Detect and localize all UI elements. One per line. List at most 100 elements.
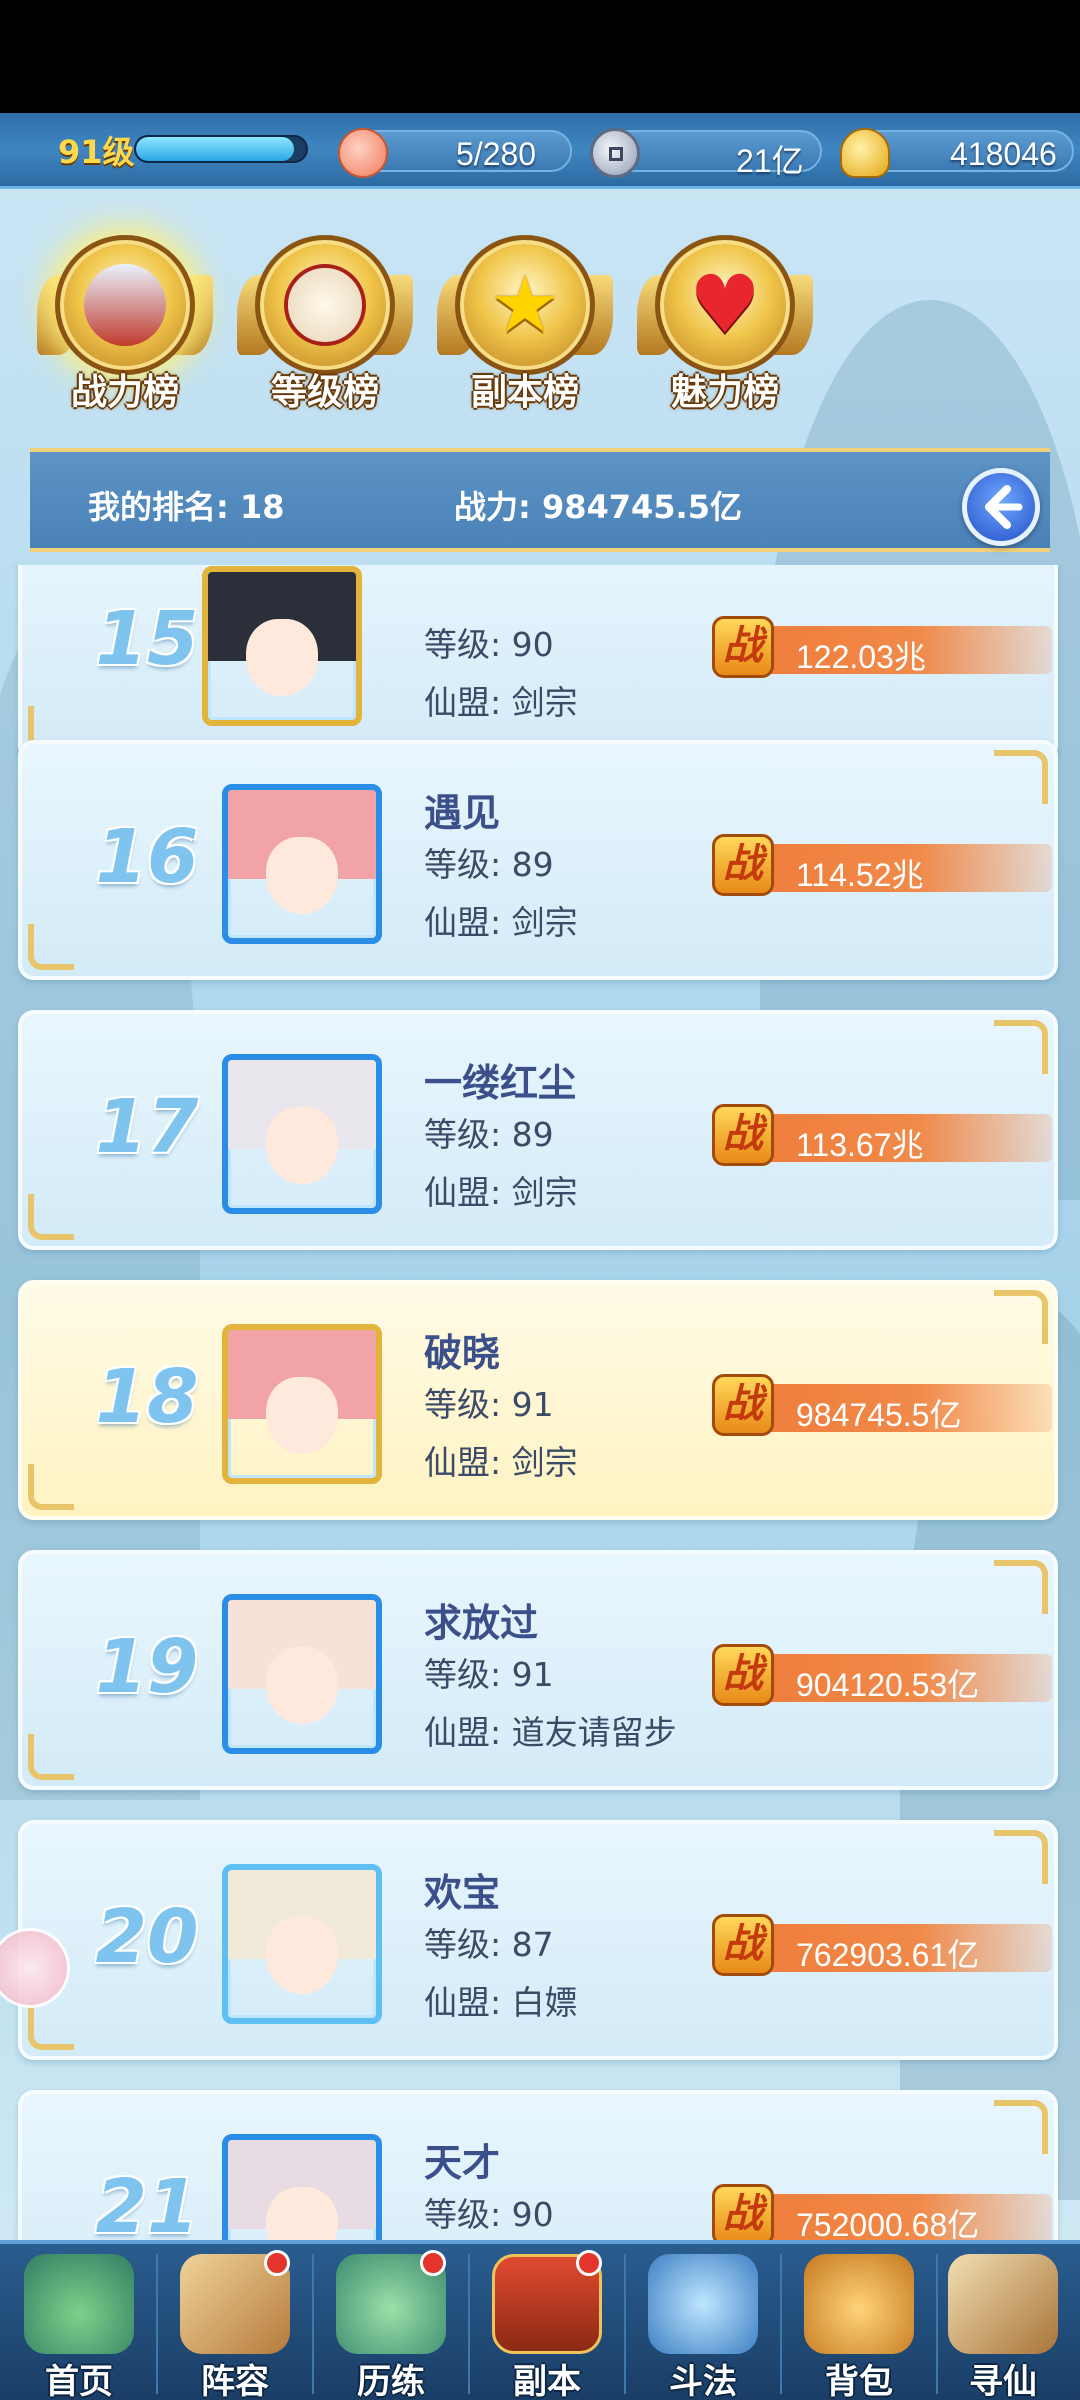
ranking-row[interactable]: 16 遇见 等级: 89 仙盟: 剑宗 战 114.52兆 <box>18 740 1058 980</box>
player-level: 等级: 89 <box>424 845 554 884</box>
corner-decoration <box>28 1464 74 1510</box>
avatar[interactable] <box>222 1594 382 1754</box>
corner-decoration <box>28 1194 74 1240</box>
power-value: 122.03兆 <box>796 639 926 675</box>
player-level: 等级: 89 <box>424 1115 554 1154</box>
ranking-list[interactable]: 15 等级: 90 仙盟: 剑宗 战 122.03兆 16 遇见 等级: 89 … <box>0 565 1080 2240</box>
status-bar <box>0 0 1080 113</box>
nav-label: 副本 <box>513 2362 581 2400</box>
player-level: 等级: 90 <box>424 625 554 664</box>
battle-icon: 战 <box>712 1104 774 1166</box>
peach-icon <box>338 128 388 178</box>
player-guild: 仙盟: 剑宗 <box>424 1173 578 1212</box>
power-value: 113.67兆 <box>796 1127 924 1163</box>
crossed-swords-icon <box>648 2254 758 2354</box>
gold-pill[interactable]: 418046 <box>840 128 1074 178</box>
tab-power-ranking[interactable]: 战力榜 <box>35 235 215 430</box>
resource-bar: 91级 5/280 21亿 418046 <box>0 113 1080 189</box>
avatar[interactable] <box>222 1864 382 2024</box>
bottom-nav: 首页 阵容 历练 副本 斗法 背包 寻仙 <box>0 2240 1080 2400</box>
avatar[interactable] <box>222 2134 382 2240</box>
tab-level-ranking[interactable]: 等级榜 <box>235 235 415 430</box>
power-value: 114.52兆 <box>796 857 924 893</box>
avatar[interactable] <box>222 1324 382 1484</box>
power-badge: 战 113.67兆 <box>712 1104 1052 1166</box>
power-value: 752000.68亿 <box>796 2207 980 2240</box>
corner-decoration <box>994 1560 1048 1614</box>
ranking-row[interactable]: 20 欢宝 等级: 87 仙盟: 白嫖 战 762903.61亿 <box>18 1820 1058 2060</box>
avatar[interactable] <box>222 784 382 944</box>
scroll-icon <box>948 2254 1058 2354</box>
player-guild: 仙盟: 白嫖 <box>424 1983 578 2022</box>
currency-pill[interactable]: 21亿 <box>590 128 822 179</box>
nav-lineup[interactable]: 阵容 <box>158 2244 312 2400</box>
battle-icon: 战 <box>712 1914 774 1976</box>
nav-seek-immortal[interactable]: 寻仙 <box>926 2244 1080 2400</box>
my-rank-bar: 我的排名: 18 战力: 984745.5亿 <box>30 448 1050 552</box>
ranking-row[interactable]: 21 天才 等级: 90 战 752000.68亿 <box>18 2090 1058 2240</box>
tab-dungeon-ranking[interactable]: ★ 副本榜 <box>435 235 615 430</box>
nav-battle[interactable]: 斗法 <box>626 2244 780 2400</box>
star-emblem-icon: ★ <box>455 235 595 375</box>
avatar-face <box>266 2187 338 2240</box>
player-name: 欢宝 <box>424 1871 501 1915</box>
battle-icon: 战 <box>712 1644 774 1706</box>
drum-emblem-icon <box>255 235 395 375</box>
rank-number: 21 <box>95 2164 199 2240</box>
rank-number: 18 <box>95 1354 199 1440</box>
rank-number: 19 <box>95 1624 199 1710</box>
gold-value: 418046 <box>950 136 1057 172</box>
avatar-face <box>266 1377 338 1455</box>
rank-number: 16 <box>95 814 199 900</box>
nav-label: 首页 <box>45 2362 113 2400</box>
notification-dot <box>420 2250 446 2276</box>
stamina-pill[interactable]: 5/280 <box>338 128 572 178</box>
sword-emblem-icon <box>55 235 195 375</box>
bag-icon <box>804 2254 914 2354</box>
nav-home[interactable]: 首页 <box>2 2244 156 2400</box>
player-level: 等级: 91 <box>424 1655 554 1694</box>
power-badge: 战 984745.5亿 <box>712 1374 1052 1436</box>
ranking-row[interactable]: 19 求放过 等级: 91 仙盟: 道友请留步 战 904120.53亿 <box>18 1550 1058 1790</box>
ranking-row[interactable]: 17 一缕红尘 等级: 89 仙盟: 剑宗 战 113.67兆 <box>18 1010 1058 1250</box>
currency-value: 21亿 <box>736 143 804 179</box>
back-arrow-icon <box>985 485 1023 529</box>
ranking-row-self[interactable]: 18 破晓 等级: 91 仙盟: 剑宗 战 984745.5亿 <box>18 1280 1058 1520</box>
gold-ingot-icon <box>840 128 890 178</box>
nav-training[interactable]: 历练 <box>314 2244 468 2400</box>
tab-charm-ranking[interactable]: ♥ 魅力榜 <box>635 235 815 430</box>
power-badge: 战 752000.68亿 <box>712 2184 1052 2240</box>
avatar-face <box>266 1647 338 1725</box>
power-badge: 战 904120.53亿 <box>712 1644 1052 1706</box>
corner-decoration <box>28 924 74 970</box>
avatar[interactable] <box>222 1054 382 1214</box>
player-name: 遇见 <box>424 791 501 835</box>
corner-decoration <box>994 1830 1048 1884</box>
player-level: 等级: 91 <box>424 1385 554 1424</box>
player-name: 一缕红尘 <box>424 1061 577 1105</box>
ranking-row[interactable]: 15 等级: 90 仙盟: 剑宗 战 122.03兆 <box>18 565 1058 762</box>
tab-label: 战力榜 <box>70 372 179 413</box>
nav-label: 历练 <box>357 2362 425 2400</box>
nav-label: 阵容 <box>201 2362 269 2400</box>
corner-decoration <box>28 2004 74 2050</box>
rank-number: 17 <box>95 1084 199 1170</box>
stamina-value: 5/280 <box>456 136 537 172</box>
my-power-label: 战力: 984745.5亿 <box>454 488 742 526</box>
battle-icon: 战 <box>712 834 774 896</box>
nav-backpack[interactable]: 背包 <box>782 2244 936 2400</box>
nav-label: 背包 <box>825 2362 893 2400</box>
tab-label: 副本榜 <box>470 372 579 413</box>
power-value: 984745.5亿 <box>796 1397 962 1433</box>
coin-icon <box>590 128 640 178</box>
nav-dungeon[interactable]: 副本 <box>470 2244 624 2400</box>
player-guild: 仙盟: 剑宗 <box>424 1443 578 1482</box>
player-level: 91级 <box>58 133 135 171</box>
rank-number: 20 <box>95 1894 199 1980</box>
back-button[interactable] <box>962 468 1040 546</box>
avatar[interactable] <box>202 566 362 726</box>
battle-icon: 战 <box>712 1374 774 1436</box>
power-badge: 战 122.03兆 <box>712 616 1052 678</box>
corner-decoration <box>994 1020 1048 1074</box>
player-level: 等级: 90 <box>424 2195 554 2234</box>
